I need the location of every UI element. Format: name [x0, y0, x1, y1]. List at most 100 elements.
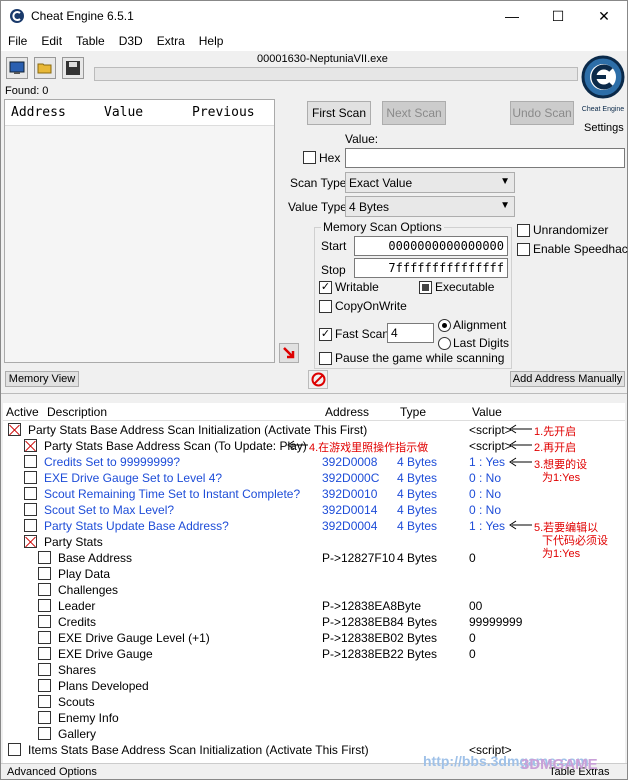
table-row[interactable]: Gallery [3, 726, 625, 742]
table-row[interactable]: Enemy Info [3, 710, 625, 726]
row-description: Base Address [58, 551, 133, 565]
table-row[interactable]: Shares [3, 662, 625, 678]
menu-edit[interactable]: Edit [34, 34, 69, 48]
cheat-engine-logo-icon[interactable]: Cheat Engine [580, 53, 626, 119]
unrandomizer-checkbox[interactable] [517, 224, 530, 237]
table-row[interactable]: Challenges [3, 582, 625, 598]
active-checkbox[interactable] [38, 647, 51, 660]
splitter[interactable] [1, 393, 627, 394]
row-description: EXE Drive Gauge Set to Level 4? [44, 471, 223, 485]
writable-label: Writable [335, 280, 379, 294]
add-address-manually-button[interactable]: Add Address Manually [510, 371, 625, 387]
row-address: 392D0004 [322, 519, 378, 533]
active-checkbox[interactable] [24, 471, 37, 484]
active-checkbox[interactable] [38, 663, 51, 676]
active-checkbox[interactable] [8, 743, 21, 756]
menu-d3d[interactable]: D3D [112, 34, 150, 48]
table-row[interactable]: Party Stats [3, 534, 625, 550]
last-digits-radio[interactable] [438, 337, 451, 350]
menu-file[interactable]: File [1, 34, 34, 48]
value-input[interactable] [345, 148, 625, 168]
address-table[interactable]: Active Description Address Type Value Pa… [3, 403, 625, 763]
save-button[interactable] [62, 57, 84, 79]
advanced-options-link[interactable]: Advanced Options [7, 766, 97, 778]
active-checkbox[interactable] [38, 615, 51, 628]
active-checkbox[interactable] [38, 679, 51, 692]
hex-checkbox[interactable] [303, 151, 316, 164]
row-address: 392D0010 [322, 487, 378, 501]
fast-scan-checkbox[interactable]: ✓ [319, 328, 332, 341]
active-checkbox[interactable] [38, 695, 51, 708]
active-checkbox[interactable] [8, 423, 21, 436]
table-row[interactable]: Play Data [3, 566, 625, 582]
stop-label: Stop [321, 263, 346, 277]
active-checkbox[interactable] [38, 631, 51, 644]
table-row[interactable]: EXE Drive Gauge Level (+1) P->12838EB0 2 B… [3, 630, 625, 646]
maximize-button[interactable]: ☐ [535, 1, 581, 31]
next-scan-button[interactable]: Next Scan [382, 101, 446, 125]
scan-type-select[interactable]: Exact Value ▼ [345, 172, 515, 193]
col-table-value[interactable]: Value [472, 405, 502, 419]
minimize-button[interactable]: — [489, 1, 535, 31]
active-checkbox[interactable] [24, 455, 37, 468]
active-checkbox[interactable] [24, 519, 37, 532]
writable-checkbox[interactable]: ✓ [319, 281, 332, 294]
active-checkbox[interactable] [38, 599, 51, 612]
col-table-address[interactable]: Address [325, 405, 369, 419]
table-row[interactable]: Credits P->12838EB8 4 Bytes 99999999 [3, 614, 625, 630]
table-row[interactable]: EXE Drive Gauge Set to Level 4? 392D000C 4… [3, 470, 625, 486]
active-checkbox[interactable] [24, 439, 37, 452]
active-checkbox[interactable] [38, 567, 51, 580]
copy-on-write-checkbox[interactable] [319, 300, 332, 313]
table-row[interactable]: Plans Developed [3, 678, 625, 694]
row-address: 392D000C [322, 471, 380, 485]
active-checkbox[interactable] [24, 535, 37, 548]
row-description: Shares [58, 663, 97, 677]
table-row[interactable]: Scout Set to Max Level? 392D0014 4 Bytes 0 … [3, 502, 625, 518]
first-scan-button[interactable]: First Scan [307, 101, 371, 125]
table-row[interactable]: Leader P->12838EA8 Byte 00 [3, 598, 625, 614]
col-previous[interactable]: Previous [186, 105, 274, 120]
table-row[interactable]: Scout Remaining Time Set to Instant Comp… [3, 486, 625, 502]
clear-results-button[interactable] [308, 370, 328, 389]
value-type-select[interactable]: 4 Bytes ▼ [345, 196, 515, 217]
settings-link[interactable]: Settings [584, 122, 624, 134]
active-checkbox[interactable] [38, 583, 51, 596]
open-file-button[interactable] [34, 57, 56, 79]
row-address: P->12838EB8 [322, 615, 398, 629]
annotation-3b: 为1:Yes [542, 472, 581, 484]
col-value[interactable]: Value [98, 105, 186, 120]
row-description: Party Stats Base Address Scan (To Update… [44, 439, 307, 453]
undo-scan-button[interactable]: Undo Scan [510, 101, 574, 125]
fast-scan-input[interactable]: 4 [387, 323, 434, 343]
table-row[interactable]: EXE Drive Gauge P->12838EB2 2 Bytes 0 [3, 646, 625, 662]
active-checkbox[interactable] [38, 727, 51, 740]
menu-help[interactable]: Help [192, 34, 231, 48]
active-checkbox[interactable] [38, 711, 51, 724]
select-process-button[interactable] [6, 57, 28, 79]
menu-table[interactable]: Table [69, 34, 112, 48]
col-active[interactable]: Active [6, 405, 39, 419]
alignment-radio[interactable] [438, 319, 451, 332]
scan-result-list[interactable]: Address Value Previous [4, 99, 275, 363]
table-row[interactable]: Base Address P->12827F10 4 Bytes 0 [3, 550, 625, 566]
add-to-list-button[interactable] [279, 343, 299, 363]
speedhack-checkbox[interactable] [517, 243, 530, 256]
active-checkbox[interactable] [38, 551, 51, 564]
active-checkbox[interactable] [24, 503, 37, 516]
no-entry-icon [311, 372, 325, 387]
pause-game-checkbox[interactable] [319, 352, 332, 365]
start-address-input[interactable]: 0000000000000000 [354, 236, 508, 256]
menu-extra[interactable]: Extra [150, 34, 192, 48]
row-address: P->12827F10 [322, 551, 396, 565]
active-checkbox[interactable] [24, 487, 37, 500]
stop-address-input[interactable]: 7fffffffffffffff [354, 258, 508, 278]
table-row[interactable]: Scouts [3, 694, 625, 710]
memory-view-button[interactable]: Memory View [5, 371, 79, 387]
executable-checkbox[interactable] [419, 281, 432, 294]
row-description: Party Stats [44, 535, 103, 549]
close-button[interactable]: ✕ [581, 1, 627, 31]
col-address[interactable]: Address [5, 105, 98, 120]
col-description[interactable]: Description [47, 405, 107, 419]
col-type[interactable]: Type [400, 405, 426, 419]
